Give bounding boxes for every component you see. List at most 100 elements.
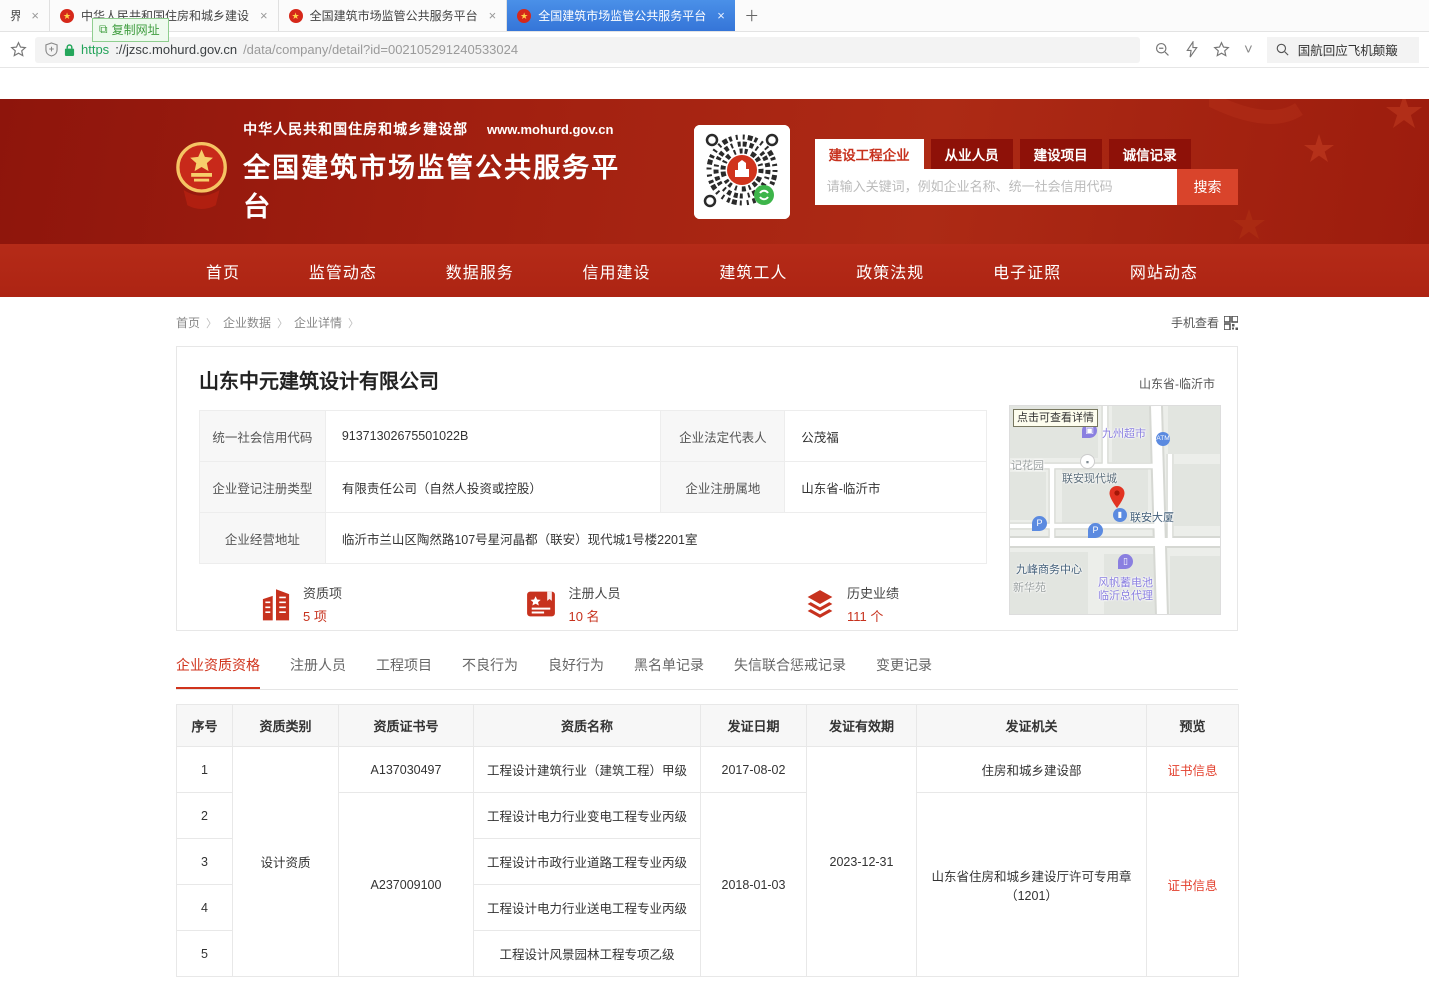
reg-type-value: 有限责任公司（自然人投资或控股） [326, 462, 662, 513]
chevron-down-icon[interactable]: ˅ [1244, 42, 1253, 57]
search-tab-project[interactable]: 建设项目 [1020, 139, 1102, 169]
row-seq: 3 [177, 839, 233, 885]
breadcrumb-company-data[interactable]: 企业数据 [223, 314, 271, 331]
new-tab-button[interactable]: ＋ [735, 0, 769, 31]
qual-name: 工程设计建筑行业（建筑工程）甲级 [474, 747, 701, 793]
tab-close-icon[interactable]: × [717, 8, 725, 23]
lock-icon [64, 43, 75, 57]
qual-name: 工程设计市政行业道路工程专业丙级 [474, 839, 701, 885]
breadcrumb-home[interactable]: 首页 [176, 314, 200, 331]
nav-item-workers[interactable]: 建筑工人 [719, 259, 787, 283]
credit-code-value: 91371302675501022B [326, 411, 662, 462]
copy-icon: ⧉ [99, 22, 108, 37]
qr-code-card [694, 125, 790, 219]
tab-bad-behavior[interactable]: 不良行为 [462, 655, 518, 689]
row-seq: 1 [177, 747, 233, 793]
nav-item-credit[interactable]: 信用建设 [583, 259, 651, 283]
tab-good-behavior[interactable]: 良好行为 [548, 655, 604, 689]
map-label-garden: 记花园 [1011, 457, 1044, 473]
nav-item-policy[interactable]: 政策法规 [856, 259, 924, 283]
nav-item-home[interactable]: 首页 [206, 259, 240, 283]
url-path: /data/company/detail?id=0021052912405330… [243, 42, 518, 57]
address-value: 临沂市兰山区陶然路107号星河晶都（联安）现代城1号楼2201室 [326, 513, 987, 564]
issue-date: 2018-01-03 [701, 793, 807, 977]
reg-type-label: 企业登记注册类型 [200, 462, 326, 513]
legal-rep-value: 公茂福 [785, 411, 987, 462]
map-label-lianan-tower: 联安大厦 [1130, 509, 1174, 525]
qual-name: 工程设计电力行业变电工程专业丙级 [474, 793, 701, 839]
certificate-info-link[interactable]: 证书信息 [1167, 764, 1217, 778]
browser-tab-active[interactable]: ★ 全国建筑市场监管公共服务平台 × [507, 0, 735, 31]
certificate-info-link[interactable]: 证书信息 [1167, 879, 1217, 893]
bookmark-star-icon[interactable] [10, 41, 27, 58]
nav-item-supervision[interactable]: 监管动态 [309, 259, 377, 283]
keyword-search-input[interactable] [815, 169, 1177, 205]
map-label-supermarket: 九州超市 [1102, 425, 1146, 441]
parking-marker-icon: P [1088, 523, 1103, 538]
site-brand: 中华人民共和国住房和城乡建设部 www.mohurd.gov.cn 全国建筑市场… [243, 119, 628, 224]
row-seq: 2 [177, 793, 233, 839]
company-info-table: 统一社会信用代码 91371302675501022B 企业法定代表人 公茂福 … [199, 410, 987, 564]
chrome-action-icons: ˅ [1148, 41, 1259, 58]
tab-blacklist[interactable]: 黑名单记录 [634, 655, 704, 689]
company-location-map[interactable]: 点击可查看详情 ▣ 九州超市 ATM 记花园 ▪ 联安现代城 ▮ 联安大厦 P … [1009, 405, 1221, 615]
shield-icon[interactable] [45, 42, 58, 57]
issue-date: 2017-08-02 [701, 747, 807, 793]
tab-close-icon[interactable]: × [260, 8, 268, 23]
lightning-icon[interactable] [1185, 41, 1199, 58]
issuing-authority: 住房和城乡建设部 [917, 747, 1147, 793]
tab-dishonesty-records[interactable]: 失信联合惩戒记录 [734, 655, 846, 689]
qr-code-icon [694, 125, 790, 219]
location-pin-icon [1109, 486, 1125, 508]
nav-item-site-news[interactable]: 网站动态 [1130, 259, 1198, 283]
company-region: 山东省-临沂市 [1139, 375, 1215, 392]
favorite-star-icon[interactable] [1213, 41, 1230, 58]
breadcrumb-company-detail[interactable]: 企业详情 [294, 314, 342, 331]
credit-code-label: 统一社会信用代码 [200, 411, 326, 462]
url-field[interactable]: https://jzsc.mohurd.gov.cn/data/company/… [35, 37, 1140, 63]
national-emblem-icon [176, 133, 227, 213]
tab-registered-personnel[interactable]: 注册人员 [290, 655, 346, 689]
nav-item-data-service[interactable]: 数据服务 [446, 259, 514, 283]
stat-qualifications: 资质项5 项 [259, 583, 342, 625]
tab-change-records[interactable]: 变更记录 [876, 655, 932, 689]
tab-qualifications[interactable]: 企业资质资格 [176, 655, 260, 689]
ministry-url: www.mohurd.gov.cn [487, 122, 613, 137]
map-tooltip: 点击可查看详情 [1013, 409, 1098, 427]
site-title: 全国建筑市场监管公共服务平台 [243, 146, 628, 224]
cert-no: A137030497 [339, 747, 474, 793]
zoom-out-icon[interactable] [1154, 41, 1171, 58]
qualification-table: 序号 资质类别 资质证书号 资质名称 发证日期 发证有效期 发证机关 预览 1 … [176, 704, 1239, 977]
browser-tab-bar: 界 × ★ 中华人民共和国住房和城乡建设 × ★ 全国建筑市场监管公共服务平台 … [0, 0, 1429, 32]
page-top-gap [0, 68, 1429, 99]
header-search-widget: 建设工程企业 从业人员 建设项目 诚信记录 搜索 [815, 139, 1238, 205]
search-button[interactable]: 搜索 [1177, 169, 1238, 205]
hot-search-box[interactable]: 国航回应飞机颠簸 [1267, 37, 1419, 63]
search-tab-enterprise[interactable]: 建设工程企业 [815, 139, 924, 169]
mobile-view-link[interactable]: 手机查看 [1171, 314, 1238, 331]
map-label-lianan-city: 联安现代城 [1062, 470, 1117, 486]
tab-projects[interactable]: 工程项目 [376, 655, 432, 689]
valid-until: 2023-12-31 [807, 747, 917, 977]
col-seq: 序号 [177, 705, 233, 747]
browser-tab-partial[interactable]: 界 × [0, 0, 50, 31]
search-tab-personnel[interactable]: 从业人员 [931, 139, 1013, 169]
copy-url-tooltip: ⧉ 复制网址 [92, 18, 169, 42]
emblem-favicon-icon: ★ [517, 9, 531, 23]
emblem-favicon-icon: ★ [289, 9, 303, 23]
nav-item-certificate[interactable]: 电子证照 [993, 259, 1061, 283]
certificate-icon [524, 587, 558, 621]
browser-url-bar: https://jzsc.mohurd.gov.cn/data/company/… [0, 32, 1429, 68]
col-cert-no: 资质证书号 [339, 705, 474, 747]
legal-rep-label: 企业法定代表人 [661, 411, 785, 462]
tab-close-icon[interactable]: × [31, 8, 39, 23]
stat-historical-performance: 历史业绩111 个 [803, 583, 899, 625]
search-tab-credit[interactable]: 诚信记录 [1109, 139, 1191, 169]
tower-marker-icon: ▮ [1113, 508, 1127, 522]
main-navigation: 首页 监管动态 数据服务 信用建设 建筑工人 政策法规 电子证照 网站动态 [0, 244, 1429, 297]
detail-tab-bar: 企业资质资格 注册人员 工程项目 不良行为 良好行为 黑名单记录 失信联合惩戒记… [176, 655, 1238, 690]
qual-category: 设计资质 [233, 747, 339, 977]
browser-tab-2[interactable]: ★ 全国建筑市场监管公共服务平台 × [279, 0, 508, 31]
layers-icon [803, 587, 837, 621]
tab-close-icon[interactable]: × [489, 8, 497, 23]
